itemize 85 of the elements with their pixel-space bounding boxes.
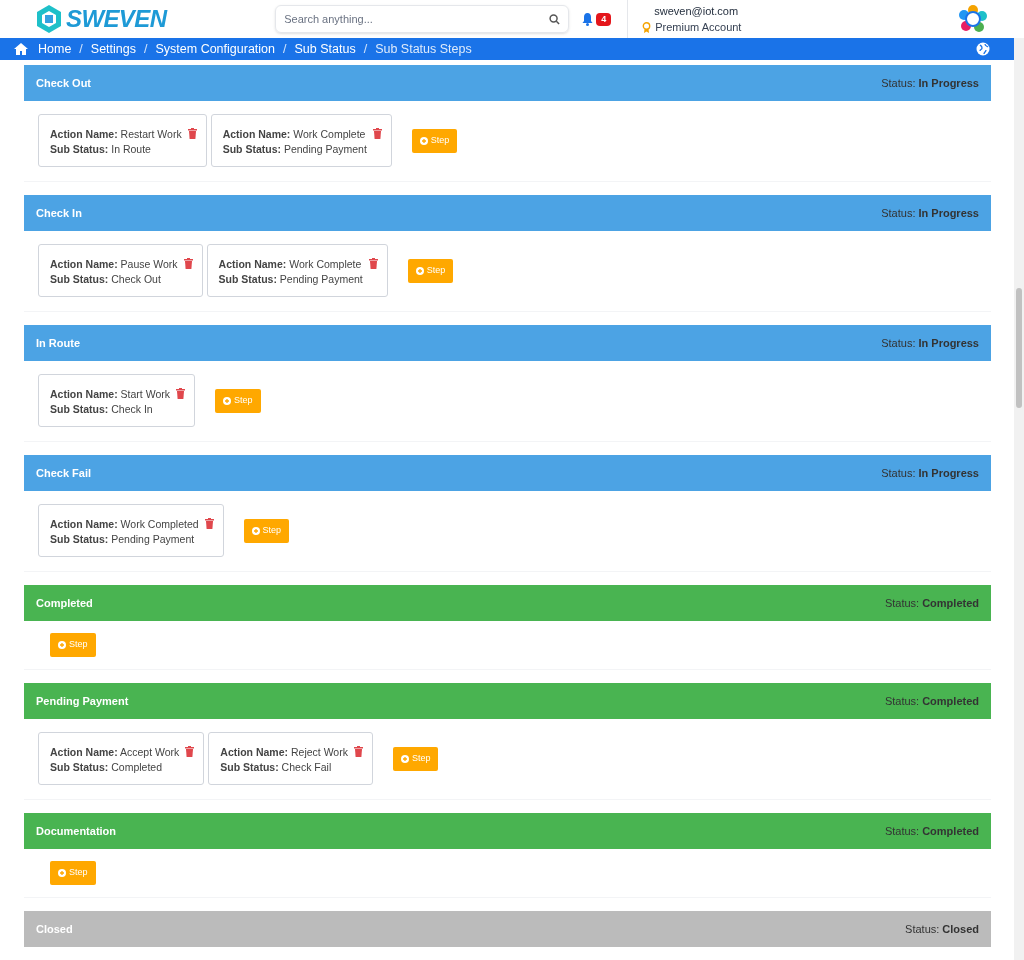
plus-circle-icon <box>223 396 231 405</box>
breadcrumb-separator: / <box>283 40 287 58</box>
trash-icon[interactable] <box>204 518 214 529</box>
section-title: Check Out <box>36 75 91 91</box>
add-step-button[interactable]: Step <box>243 518 290 543</box>
globe-icon[interactable] <box>976 42 990 56</box>
status-label: Status: <box>905 921 940 937</box>
add-step-button[interactable]: Step <box>407 258 454 283</box>
search-field[interactable]: Search anything... <box>275 5 570 33</box>
trash-icon[interactable] <box>176 388 185 399</box>
action-name: Action Name: Work Complete <box>222 127 367 142</box>
status-label: Status: <box>881 205 916 221</box>
breadcrumb-separator: / <box>144 40 148 58</box>
avatar-logo-icon[interactable] <box>958 4 988 34</box>
section-title: Check Fail <box>36 465 92 481</box>
plus-circle-icon <box>251 526 260 535</box>
sub-status: Sub Status: Check In <box>50 402 154 417</box>
action-name: Action Name: Work Complete <box>218 257 363 272</box>
trash-icon[interactable] <box>368 258 378 269</box>
status-label: Status: <box>884 823 920 839</box>
section-title: Pending Payment <box>36 693 129 709</box>
add-step-button[interactable]: Step <box>215 388 261 413</box>
plus-circle-icon <box>419 136 428 145</box>
account-type: Premium Account <box>655 20 742 35</box>
status-label: Status: <box>884 693 920 709</box>
action-name: Action Name: Accept Work <box>50 745 180 760</box>
trash-icon[interactable] <box>372 128 382 139</box>
sub-status: Sub Status: Pending Payment <box>50 532 196 547</box>
plus-circle-icon <box>58 869 66 877</box>
add-step-button[interactable]: Step <box>411 128 458 153</box>
status-label: Status: <box>881 75 916 91</box>
status-value: In Progress <box>918 75 979 91</box>
action-name: Action Name: Work Completed <box>50 517 199 532</box>
sub-status: Sub Status: Pending Payment <box>222 142 367 157</box>
status-value: In Progress <box>918 335 979 351</box>
status-label: Status: <box>881 465 916 481</box>
breadcrumb-link[interactable]: System Configuration <box>155 39 275 59</box>
scrollbar[interactable] <box>1014 38 1024 960</box>
notification-badge: 4 <box>596 12 612 26</box>
bell-icon[interactable] <box>581 12 595 26</box>
sub-status: Sub Status: Completed <box>50 760 164 775</box>
breadcrumb-separator: / <box>79 40 83 58</box>
sub-status: Sub Status: In Route <box>50 142 152 157</box>
action-name: Action Name: Pause Work <box>50 257 178 272</box>
sub-status: Sub Status: Check Fail <box>220 760 333 775</box>
status-value: Closed <box>942 921 979 937</box>
status-value: Completed <box>922 693 979 709</box>
user-email: sweven@iot.com <box>654 3 740 19</box>
plus-circle-icon <box>58 641 66 649</box>
add-step-button[interactable]: Step <box>392 746 439 771</box>
badge-icon <box>642 21 652 33</box>
search-icon <box>549 13 561 25</box>
action-name: Action Name: Reject Work <box>220 745 348 760</box>
section-title: In Route <box>36 335 80 351</box>
breadcrumb-link[interactable]: Home <box>38 39 72 59</box>
plus-circle-icon <box>415 266 424 275</box>
add-step-button[interactable]: Step <box>50 861 96 885</box>
breadcrumb-link[interactable]: Sub Status <box>294 39 356 59</box>
search-input[interactable]: Search anything... <box>284 10 550 28</box>
section-title: Completed <box>36 595 93 611</box>
status-value: Completed <box>922 595 979 611</box>
sub-status: Sub Status: Check Out <box>50 272 162 287</box>
action-name: Action Name: Restart Work <box>50 127 182 142</box>
plus-circle-icon <box>400 754 409 763</box>
status-value: In Progress <box>918 465 979 481</box>
section-title: Check In <box>36 205 82 221</box>
trash-icon[interactable] <box>185 746 195 757</box>
section-title: Documentation <box>36 823 117 839</box>
logo-text: SWEVEN <box>66 4 167 34</box>
status-value: Completed <box>922 823 979 839</box>
breadcrumb-current[interactable]: Sub Status Steps <box>375 39 472 59</box>
status-value: In Progress <box>918 205 979 221</box>
trash-icon[interactable] <box>187 128 197 139</box>
status-label: Status: <box>884 595 920 611</box>
action-name: Action Name: Start Work <box>50 387 170 402</box>
trash-icon[interactable] <box>353 746 363 757</box>
add-step-button[interactable]: Step <box>50 633 96 657</box>
breadcrumb-separator: / <box>363 40 368 58</box>
section-title: Closed <box>36 921 73 937</box>
sub-status: Sub Status: Pending Payment <box>218 272 363 287</box>
breadcrumb-link[interactable]: Settings <box>90 39 136 59</box>
trash-icon[interactable] <box>183 258 193 269</box>
status-label: Status: <box>881 335 916 351</box>
home-icon[interactable] <box>14 43 28 55</box>
logo-icon <box>36 4 62 34</box>
